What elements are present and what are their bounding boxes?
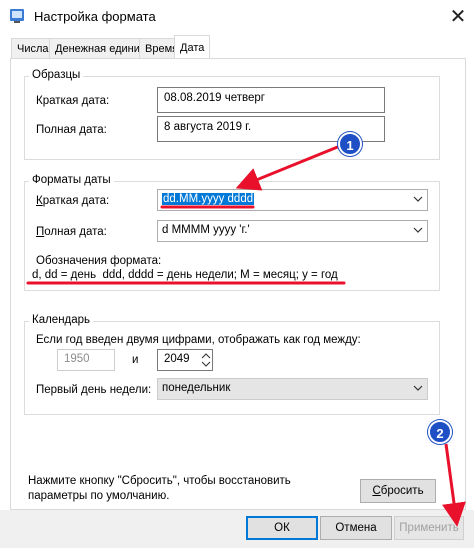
title-bar: Настройка формата ✕ — [0, 0, 474, 32]
format-long-label-rest: олная дата: — [44, 226, 107, 238]
reset-button-rest[interactable]: бросить — [381, 485, 424, 497]
tab-numbers[interactable]: Числа — [11, 38, 55, 58]
date-formats-group-label: Форматы даты — [29, 174, 114, 186]
format-short-label-rest: раткая дата: — [42, 195, 110, 207]
annotation-badge-1: 1 — [338, 132, 362, 156]
chevron-down-icon[interactable] — [413, 383, 423, 393]
short-date-format-combo[interactable]: dd.MM.yyyy dddd — [157, 189, 428, 211]
reset-hint-line1: Нажмите кнопку "Сбросить", чтобы восстан… — [28, 475, 291, 487]
year-from-field: 1950 — [57, 349, 115, 371]
notation-title: Обозначения формата: — [36, 255, 162, 267]
two-digit-year-label: Если год введен двумя цифрами, отображат… — [36, 334, 361, 346]
sample-long-label: Полная дата: — [36, 124, 107, 136]
calendar-group-label: Календарь — [29, 314, 94, 326]
sample-short-label: Краткая дата: — [36, 95, 110, 107]
reset-hint-line2: параметры по умолчанию. — [28, 490, 170, 502]
year-to-value[interactable]: 2049 — [164, 353, 190, 365]
and-label: и — [132, 354, 139, 366]
format-long-label: Полная дата: — [36, 226, 107, 238]
samples-group-label: Образцы — [29, 69, 84, 81]
notation-text: d, dd = день ddd, dddd = день недели; M … — [32, 269, 338, 281]
first-day-value[interactable]: понедельник — [162, 382, 230, 394]
chevron-down-icon[interactable] — [413, 194, 423, 204]
chevron-down-icon[interactable] — [413, 225, 423, 235]
settings-app-icon — [10, 9, 24, 23]
first-day-label: Первый день недели: — [36, 384, 152, 396]
annotation-badge-2: 2 — [428, 420, 452, 444]
sample-short-value: 08.08.2019 четверг — [157, 87, 385, 113]
ok-button[interactable]: ОК — [246, 516, 318, 540]
apply-button[interactable]: Применить — [394, 516, 464, 540]
first-day-combo[interactable]: понедельник — [157, 378, 428, 400]
format-short-label: Краткая дата: — [36, 195, 110, 207]
tab-date[interactable]: Дата — [174, 35, 211, 59]
window-title: Настройка формата — [34, 9, 156, 24]
short-date-format-value[interactable]: dd.MM.yyyy dddd — [162, 193, 255, 205]
cancel-button[interactable]: Отмена — [320, 516, 392, 540]
long-date-format-combo[interactable]: d MMMM yyyy 'г.' — [157, 220, 428, 242]
reset-button[interactable]: Сбросить — [360, 479, 436, 503]
year-spinner-icon[interactable] — [200, 350, 212, 370]
long-date-format-value[interactable]: d MMMM yyyy 'г.' — [162, 224, 250, 236]
close-icon[interactable]: ✕ — [444, 2, 472, 30]
